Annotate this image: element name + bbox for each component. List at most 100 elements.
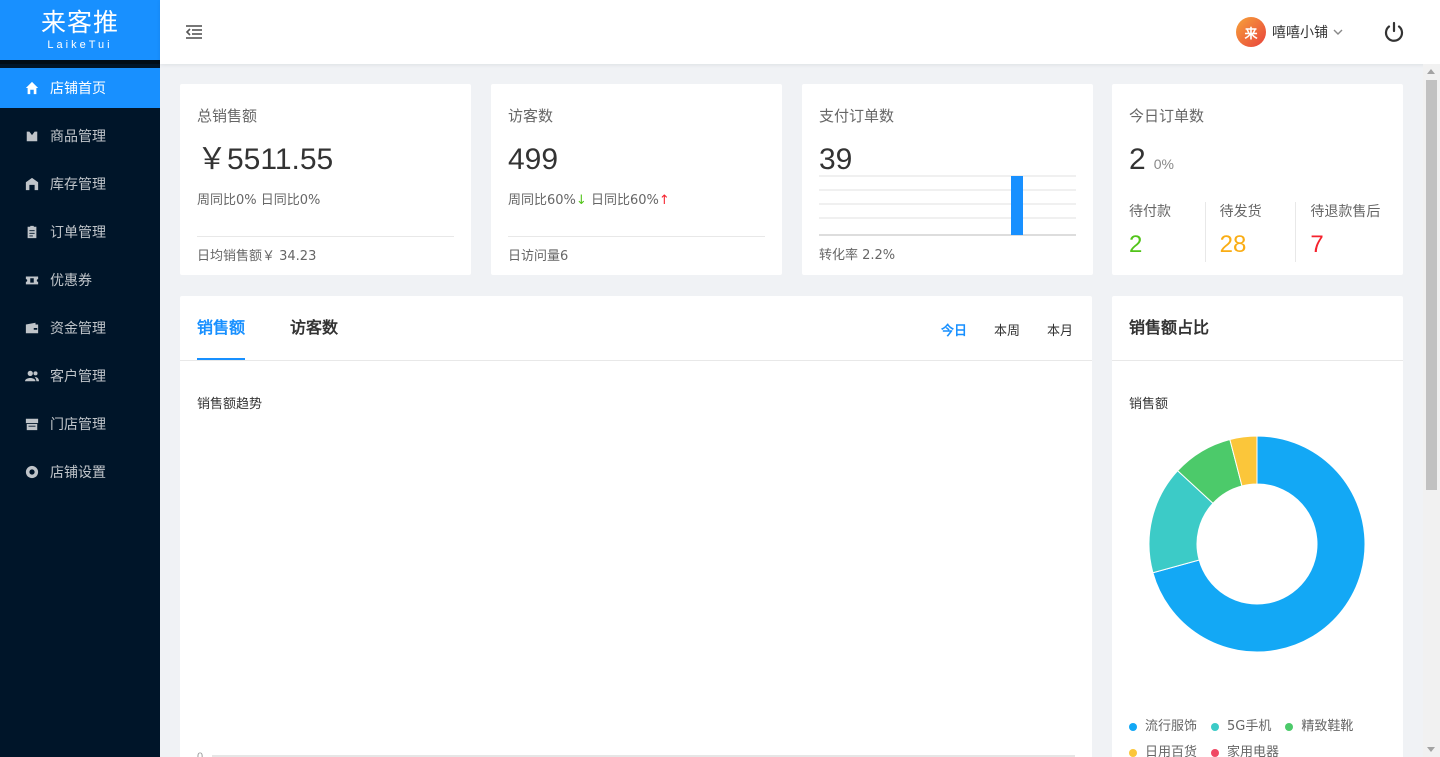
visitors-card: 访客数 499 周同比60%↓ 日同比60%↑ 日访问量6 (491, 84, 782, 275)
tab-underline (197, 358, 245, 360)
range-week[interactable]: 本周 (994, 320, 1020, 339)
sidebar-item-label: 订单管理 (50, 225, 106, 241)
tab-sales[interactable]: 销售额 (197, 317, 245, 339)
legend-label: 5G手机 (1227, 719, 1272, 734)
sidebar-item-coupons[interactable]: 优惠券 (0, 260, 160, 300)
card-title: 今日订单数 (1129, 107, 1205, 125)
legend-dot (1129, 723, 1137, 731)
order-label: 待付款 (1129, 204, 1171, 220)
sidebar-item-label: 优惠券 (50, 273, 92, 289)
scroll-thumb[interactable] (1426, 80, 1437, 490)
range-today[interactable]: 今日 (941, 320, 967, 339)
axis-zero-label: 0 (197, 751, 203, 757)
sidebar-item-label: 店铺设置 (50, 465, 106, 481)
sidebar: 来客推 LaikeTui 店铺首页 商品管理 库存管理 订单管理 优惠券 资金管… (0, 0, 160, 757)
logo[interactable]: 来客推 LaikeTui (0, 0, 160, 64)
pending-payment[interactable]: 待付款 2 (1129, 202, 1205, 262)
logo-subtitle: LaikeTui (47, 39, 113, 51)
panel-header: 销售额占比 (1112, 296, 1403, 361)
sidebar-item-stores[interactable]: 门店管理 (0, 404, 160, 444)
home-icon (24, 80, 40, 96)
scroll-down-icon[interactable] (1427, 747, 1435, 752)
scroll-up-icon[interactable] (1427, 69, 1435, 74)
orders-card: 支付订单数 39 转化率 2.2% (802, 84, 1093, 275)
legend-dot (1285, 723, 1294, 731)
users-icon (24, 368, 40, 384)
page-scrollbar[interactable] (1423, 64, 1440, 757)
today-count: 2 (1129, 143, 1146, 176)
legend-dot (1129, 749, 1137, 757)
legend-label: 精致鞋靴 (1301, 719, 1354, 734)
menu-fold-icon[interactable] (184, 22, 204, 42)
power-icon[interactable] (1382, 20, 1406, 44)
order-label: 待发货 (1219, 204, 1262, 220)
legend-item[interactable]: 日用百货 (1129, 744, 1197, 757)
today-percent: 0% (1153, 156, 1174, 172)
sidebar-item-orders[interactable]: 订单管理 (0, 212, 160, 252)
card-value: 499 (508, 143, 559, 176)
sidebar-item-settings[interactable]: 店铺设置 (0, 452, 160, 492)
user-menu[interactable]: 来 嘻嘻小铺 (1236, 17, 1343, 47)
user-name: 嘻嘻小铺 (1272, 25, 1328, 41)
card-title: 总销售额 (197, 107, 258, 125)
card-value: 39 (819, 143, 853, 176)
sidebar-item-customers[interactable]: 客户管理 (0, 356, 160, 396)
logo-title: 来客推 (40, 8, 119, 37)
sidebar-item-home[interactable]: 店铺首页 (0, 68, 160, 108)
pending-shipment[interactable]: 待发货 28 (1204, 202, 1296, 262)
sidebar-item-label: 店铺首页 (50, 81, 106, 97)
week-compare: 周同比60% (508, 193, 576, 208)
sidebar-menu: 店铺首页 商品管理 库存管理 订单管理 优惠券 资金管理 客户管理 门店管理 店… (0, 68, 160, 492)
mini-bar-chart (819, 175, 1076, 236)
day-compare: 日同比60% (586, 193, 659, 208)
legend-label: 日用百货 (1145, 745, 1198, 757)
warehouse-icon (24, 176, 40, 192)
wallet-icon (24, 320, 40, 336)
order-num: 28 (1219, 231, 1247, 258)
arrow-down-icon: ↓ (575, 193, 587, 208)
pending-refund[interactable]: 待退款售后 7 (1295, 202, 1386, 262)
box-icon (24, 128, 40, 144)
legend-item[interactable]: 家用电器 (1211, 744, 1279, 757)
legend-item[interactable]: 流行服饰 (1129, 718, 1197, 736)
range-month[interactable]: 本月 (1047, 320, 1073, 339)
order-num: 2 (1129, 231, 1143, 258)
ticket-icon (24, 272, 40, 288)
sidebar-item-label: 商品管理 (50, 129, 106, 145)
chevron-down-icon (1333, 29, 1343, 35)
legend-item[interactable]: 5G手机 (1211, 718, 1271, 736)
sidebar-item-label: 库存管理 (50, 177, 106, 193)
sales-card: 总销售额 ￥5511.55 周同比0% 日同比0% 日均销售额￥ 34.23 (180, 84, 471, 275)
arrow-up-icon: ↑ (658, 193, 670, 208)
card-title: 支付订单数 (819, 107, 895, 125)
sidebar-item-products[interactable]: 商品管理 (0, 116, 160, 156)
card-value: ￥5511.55 (197, 143, 334, 176)
top-header: 来 嘻嘻小铺 (160, 0, 1440, 64)
avatar: 来 (1236, 17, 1266, 47)
card-compare: 周同比0% 日同比0% (197, 193, 321, 208)
gear-icon (24, 464, 40, 480)
sales-share-panel: 销售额占比 销售额 流行服饰 5G手机 精致鞋靴日用百货 家用电器 (1112, 296, 1403, 757)
card-title: 访客数 (508, 107, 554, 125)
tab-visitors[interactable]: 访客数 (290, 317, 338, 339)
mini-bar (1011, 176, 1023, 235)
legend-label: 流行服饰 (1145, 719, 1198, 734)
card-footer: 日均销售额￥ 34.23 (197, 236, 454, 267)
trend-axis: 0 (197, 751, 1075, 757)
sidebar-item-inventory[interactable]: 库存管理 (0, 164, 160, 204)
order-status-group: 待付款 2 待发货 28 待退款售后 7 (1129, 202, 1386, 262)
store-icon (24, 416, 40, 432)
legend-item[interactable]: 精致鞋靴 (1285, 718, 1353, 736)
card-footer: 日访问量6 (508, 236, 765, 267)
sidebar-item-label: 客户管理 (50, 369, 106, 385)
legend-dot (1211, 749, 1220, 757)
chart-title: 销售额 (1129, 397, 1169, 412)
sidebar-item-finance[interactable]: 资金管理 (0, 308, 160, 348)
sales-trend-panel: 销售额 访客数 今日 本周 本月 销售额趋势 0 (180, 296, 1092, 757)
sidebar-item-label: 门店管理 (50, 417, 106, 433)
chart-legend: 流行服饰 5G手机 精致鞋靴日用百货 家用电器 (1129, 718, 1399, 757)
order-num: 7 (1310, 231, 1324, 258)
card-value: 2 0% (1129, 142, 1386, 182)
legend-dot (1211, 723, 1220, 731)
chart-title: 销售额趋势 (197, 397, 263, 412)
